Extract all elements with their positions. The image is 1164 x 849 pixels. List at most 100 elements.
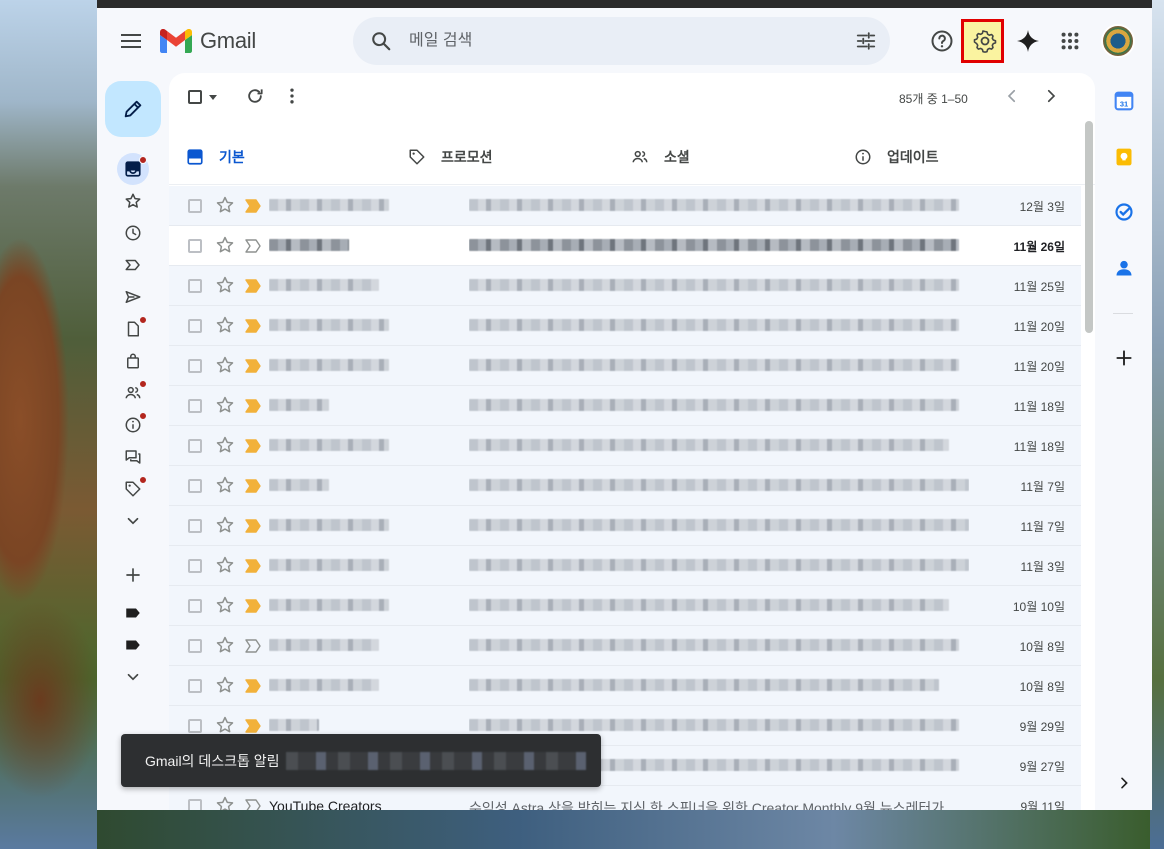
row-checkbox[interactable] [188,799,202,810]
important-marker-icon[interactable] [245,639,261,653]
more-options-icon[interactable] [286,86,298,111]
search-icon[interactable] [353,30,409,52]
email-row[interactable]: 10월 8일 [169,626,1081,666]
nav-forums[interactable] [117,441,149,473]
get-addons-plus-icon[interactable] [1111,345,1137,371]
email-row[interactable]: 11월 18일 [169,426,1081,466]
row-checkbox[interactable] [188,439,202,453]
row-checkbox[interactable] [188,199,202,213]
important-marker-icon[interactable] [245,239,261,253]
search-input[interactable] [409,32,842,50]
nav-updates[interactable] [117,409,149,441]
scrollbar-thumb[interactable] [1085,121,1093,333]
row-checkbox[interactable] [188,479,202,493]
important-marker-icon[interactable] [245,719,261,733]
email-row[interactable]: 12월 3일 [169,186,1081,226]
nav-more[interactable] [117,505,149,537]
nav-starred[interactable] [117,185,149,217]
important-marker-icon[interactable] [245,519,261,533]
desktop-notification-toast[interactable]: Gmail의 데스크톱 알림 [121,734,601,787]
expand-side-panel-icon[interactable] [1111,770,1137,796]
email-row[interactable]: 11월 25일 [169,266,1081,306]
keep-notes-icon[interactable] [1111,144,1137,170]
email-row[interactable]: 11월 18일 [169,386,1081,426]
email-row[interactable]: YouTube Creators 수익성 Astra 상을 받히는 지식 한 스핀… [169,786,1081,810]
email-row[interactable]: 11월 7일 [169,506,1081,546]
important-marker-icon[interactable] [245,279,261,293]
important-marker-icon[interactable] [245,479,261,493]
prev-page-icon[interactable] [1003,87,1021,110]
tab-promotions[interactable]: 프로모션 [407,129,493,185]
row-checkbox[interactable] [188,559,202,573]
row-checkbox[interactable] [188,399,202,413]
nav-inbox[interactable] [117,153,149,185]
row-checkbox[interactable] [188,719,202,733]
important-marker-icon[interactable] [245,199,261,213]
star-icon[interactable] [215,355,235,375]
star-icon[interactable] [215,475,235,495]
email-row[interactable]: 11월 7일 [169,466,1081,506]
apps-grid-icon[interactable] [1055,26,1085,56]
tab-updates[interactable]: 업데이트 [853,129,939,185]
email-row[interactable]: 11월 3일 [169,546,1081,586]
nav-snoozed[interactable] [117,217,149,249]
calendar-icon[interactable]: 31 [1111,88,1137,114]
nav-label-1[interactable] [117,597,149,629]
mail-list-scrollbar[interactable] [1085,121,1093,810]
select-menu-caret[interactable] [209,95,217,100]
important-marker-icon[interactable] [245,359,261,373]
star-icon[interactable] [215,715,235,735]
star-icon[interactable] [215,195,235,215]
email-row[interactable]: 11월 26일 [169,226,1081,266]
tasks-icon[interactable] [1111,199,1137,225]
row-checkbox[interactable] [188,599,202,613]
star-icon[interactable] [215,235,235,255]
star-icon[interactable] [215,515,235,535]
email-row[interactable]: 11월 20일 [169,346,1081,386]
star-icon[interactable] [215,435,235,455]
email-row[interactable]: 10월 10일 [169,586,1081,626]
row-checkbox[interactable] [188,279,202,293]
main-menu-button[interactable] [119,30,143,54]
nav-social[interactable] [117,377,149,409]
account-avatar[interactable] [1101,24,1135,58]
email-row[interactable]: 11월 20일 [169,306,1081,346]
row-checkbox[interactable] [188,359,202,373]
row-checkbox[interactable] [188,519,202,533]
star-icon[interactable] [215,675,235,695]
compose-button[interactable] [105,81,161,137]
nav-drafts[interactable] [117,313,149,345]
star-icon[interactable] [215,555,235,575]
important-marker-icon[interactable] [245,399,261,413]
important-marker-icon[interactable] [245,679,261,693]
help-icon[interactable] [927,26,957,56]
row-checkbox[interactable] [188,639,202,653]
nav-sent[interactable] [117,281,149,313]
tab-social[interactable]: 소셜 [630,129,690,185]
create-label-button[interactable] [117,559,149,591]
search-options-icon[interactable] [842,30,890,52]
row-checkbox[interactable] [188,239,202,253]
next-page-icon[interactable] [1042,87,1060,110]
important-marker-icon[interactable] [245,599,261,613]
important-marker-icon[interactable] [245,559,261,573]
star-icon[interactable] [215,595,235,615]
refresh-icon[interactable] [245,86,265,111]
star-icon[interactable] [215,275,235,295]
star-icon[interactable] [215,395,235,415]
important-marker-icon[interactable] [245,319,261,333]
email-row[interactable]: 10월 8일 [169,666,1081,706]
gmail-logo[interactable]: Gmail [160,27,256,55]
star-icon[interactable] [215,635,235,655]
select-all-checkbox[interactable] [188,90,202,104]
star-icon[interactable] [215,315,235,335]
row-checkbox[interactable] [188,679,202,693]
nav-label-2[interactable] [117,629,149,661]
search-bar[interactable] [353,17,890,65]
nav-labels-more[interactable] [117,661,149,693]
settings-gear-icon[interactable] [970,26,1000,56]
nav-important[interactable] [117,249,149,281]
gemini-spark-icon[interactable] [1013,26,1043,56]
star-icon[interactable] [215,795,235,810]
important-marker-icon[interactable] [245,799,261,810]
